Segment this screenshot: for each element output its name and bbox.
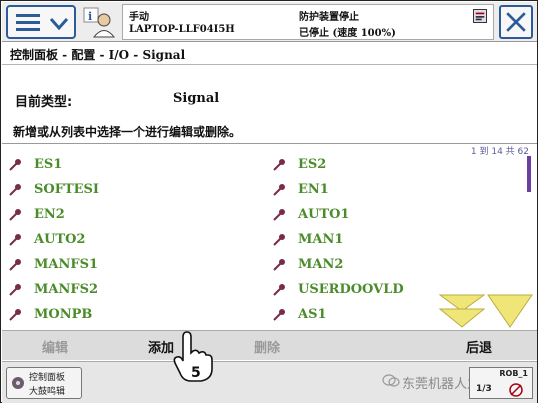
list-item[interactable]: MANFS2 (8, 279, 238, 303)
item-label: EN2 (34, 207, 65, 222)
breadcrumb: 控制面板 - 配置 - I/O - Signal (2, 43, 537, 65)
wechat-icon (382, 374, 400, 387)
main-menu-button[interactable] (6, 5, 76, 39)
instruction-text: 新增或从列表中选择一个进行编辑或删除。 (13, 125, 242, 139)
list-item[interactable]: MAN2 (272, 254, 502, 278)
key-icon (9, 309, 21, 321)
run-status: 已停止 (速度 100%) (299, 28, 396, 39)
taskbar: 控制面板 大鼓鸣辑 东莞机器人之家 ROB_1 1/3 (2, 361, 537, 403)
current-type-label: 目前类型: (15, 95, 73, 110)
step-number: 5 (191, 365, 201, 381)
key-icon (273, 284, 285, 296)
key-icon (273, 184, 285, 196)
key-icon (273, 209, 285, 221)
list-item[interactable]: MANFS1 (8, 254, 238, 278)
current-type-value: Signal (173, 91, 220, 106)
control-panel-icon (12, 377, 24, 389)
action-bar: 编辑 添加 删除 后退 (2, 330, 537, 360)
status-panel[interactable]: 手动 LAPTOP-LLF04I5H 防护装置停止 已停止 (速度 100%) (122, 4, 494, 40)
item-label: AS1 (298, 307, 327, 322)
back-button[interactable]: 后退 (466, 337, 492, 356)
key-icon (273, 259, 285, 271)
delete-button[interactable]: 删除 (254, 337, 280, 356)
item-label: MANFS2 (34, 282, 99, 297)
top-bar: i 手动 LAPTOP-LLF04I5H 防护装置停止 已停止 (速度 100%… (2, 2, 537, 42)
list-item[interactable]: SOFTESI (8, 179, 238, 203)
taskbar-sublabel: 大鼓鸣辑 (29, 387, 66, 397)
list-scrollbar[interactable] (527, 156, 531, 192)
close-button[interactable] (499, 5, 533, 39)
breadcrumb-text: 控制面板 - 配置 - I/O - Signal (10, 48, 186, 62)
key-icon (9, 259, 21, 271)
safety-status: 防护装置停止 (299, 12, 359, 23)
taskbar-control-panel[interactable]: 控制面板 大鼓鸣辑 (6, 367, 82, 399)
screen-frame: i 手动 LAPTOP-LLF04I5H 防护装置停止 已停止 (速度 100%… (0, 0, 538, 403)
item-label: ES2 (298, 157, 327, 172)
key-icon (273, 309, 285, 321)
page-down-icon[interactable] (438, 294, 486, 328)
hamburger-icon (16, 14, 40, 32)
list-item[interactable]: EN2 (8, 204, 238, 228)
item-label: MANFS1 (34, 257, 99, 272)
item-label: EN1 (298, 182, 329, 197)
item-label: MAN1 (298, 232, 344, 247)
item-label: AUTO1 (298, 207, 350, 222)
list-item[interactable]: ES2 (272, 154, 502, 178)
key-icon (9, 159, 21, 171)
robot-fraction: 1/3 (476, 384, 492, 394)
controller-name: LAPTOP-LLF04I5H (129, 24, 235, 35)
pointing-hand-icon: 5 (173, 331, 213, 382)
item-label: MAN2 (298, 257, 344, 272)
item-label: AUTO2 (34, 232, 86, 247)
robot-label: ROB_1 (499, 369, 528, 378)
item-label: USERDOOVLD (298, 282, 404, 297)
key-icon (273, 234, 285, 246)
robot-icon (509, 383, 523, 397)
item-label: ES1 (34, 157, 63, 172)
key-icon (9, 209, 21, 221)
user-info-icon[interactable]: i (82, 6, 116, 38)
quickset-button[interactable]: ROB_1 1/3 (469, 367, 533, 399)
key-icon (9, 234, 21, 246)
list-item[interactable]: AUTO2 (8, 229, 238, 253)
item-label: MONPB (34, 307, 93, 322)
svg-text:i: i (88, 10, 92, 23)
key-icon (273, 159, 285, 171)
page-down-buttons (438, 294, 533, 328)
list-item[interactable]: MONPB (8, 304, 238, 328)
scroll-down-icon[interactable] (487, 294, 533, 328)
list-item[interactable]: EN1 (272, 179, 502, 203)
list-item[interactable]: AUTO1 (272, 204, 502, 228)
operation-mode: 手动 (129, 12, 149, 23)
edit-button[interactable]: 编辑 (42, 337, 68, 356)
list-item[interactable]: ES1 (8, 154, 238, 178)
taskbar-label: 控制面板 (29, 373, 66, 383)
event-log-icon (473, 9, 487, 23)
chevron-down-icon (49, 18, 69, 31)
key-icon (9, 284, 21, 296)
key-icon (9, 184, 21, 196)
list-item[interactable]: MAN1 (272, 229, 502, 253)
item-label: SOFTESI (34, 182, 99, 197)
